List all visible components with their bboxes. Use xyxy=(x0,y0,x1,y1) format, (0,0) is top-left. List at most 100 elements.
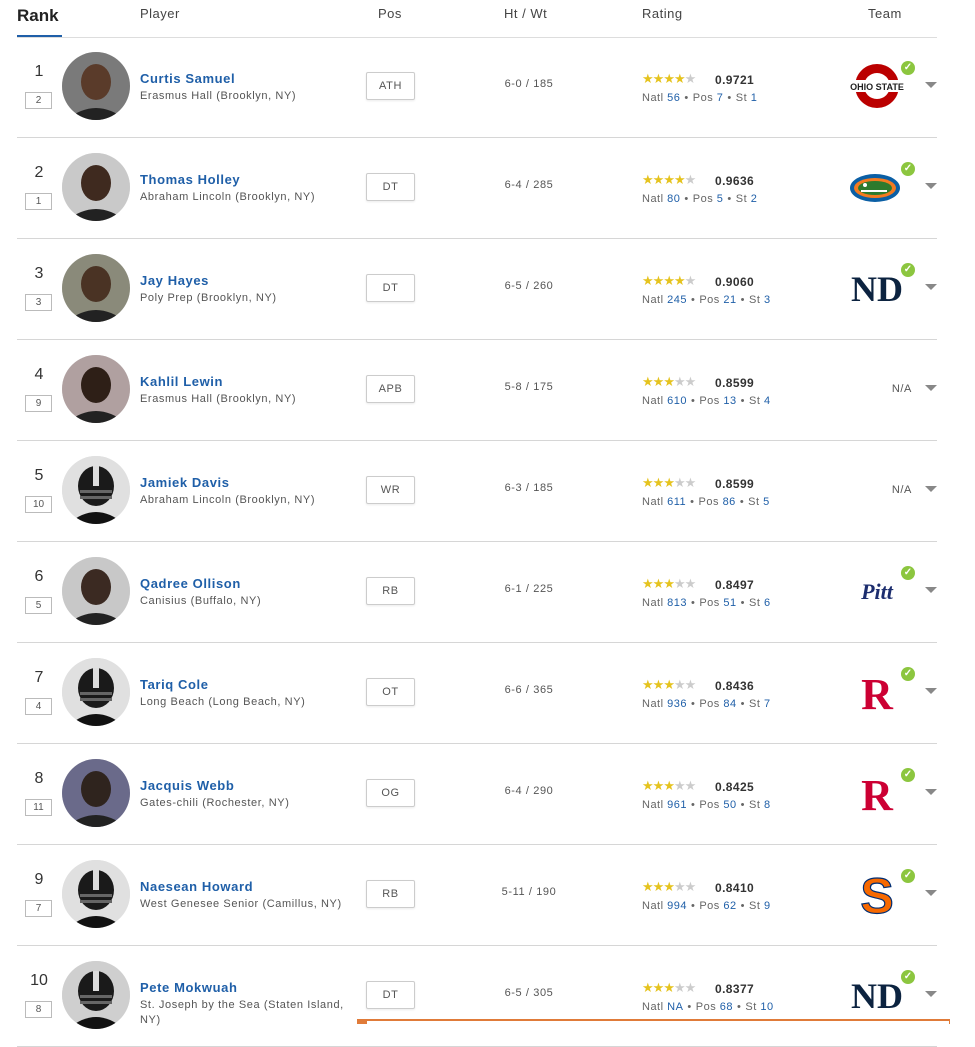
player-name-link[interactable]: Jacquis Webb xyxy=(140,778,234,793)
rank-column-header[interactable]: Rank xyxy=(17,6,59,26)
table-row[interactable]: 1 2 Curtis Samuel Erasmus Hall (Brooklyn, N… xyxy=(17,37,937,138)
rutgers-logo[interactable]: R xyxy=(847,768,907,820)
natl-rank-link[interactable]: 994 xyxy=(667,900,687,912)
state-rank-link[interactable]: 1 xyxy=(751,92,758,104)
team-column-header[interactable]: Team xyxy=(868,6,902,21)
state-rank-link[interactable]: 10 xyxy=(760,1001,773,1013)
pitt-logo[interactable]: Pitt xyxy=(847,566,907,616)
player-avatar[interactable] xyxy=(62,456,130,524)
position-badge: RB xyxy=(366,880,415,908)
player-name-link[interactable]: Qadree Ollison xyxy=(140,576,241,591)
expand-chevron-down-icon[interactable] xyxy=(925,890,937,896)
rating-score: 0.8599 xyxy=(715,477,755,491)
player-avatar[interactable] xyxy=(62,153,130,221)
expand-chevron-down-icon[interactable] xyxy=(925,789,937,795)
svg-text:R: R xyxy=(861,771,894,818)
natl-rank-link[interactable]: 611 xyxy=(667,496,686,508)
pos-rank-link[interactable]: 50 xyxy=(723,799,736,811)
ohio-state-logo[interactable]: OHIO STATE xyxy=(847,61,907,111)
player-avatar[interactable] xyxy=(62,557,130,625)
expand-chevron-down-icon[interactable] xyxy=(925,385,937,391)
player-school: Long Beach (Long Beach, NY) xyxy=(140,696,306,708)
rating-column-header[interactable]: Rating xyxy=(642,6,683,21)
pos-column-header[interactable]: Pos xyxy=(378,6,402,21)
separator-dot: • xyxy=(740,698,745,710)
player-name-link[interactable]: Tariq Cole xyxy=(140,677,209,692)
player-column-header[interactable]: Player xyxy=(140,6,180,21)
player-name-link[interactable]: Naesean Howard xyxy=(140,879,253,894)
state-rank-link[interactable]: 9 xyxy=(764,900,771,912)
notre-dame-logo[interactable]: ND xyxy=(847,970,907,1020)
player-name-link[interactable]: Jay Hayes xyxy=(140,273,209,288)
expand-chevron-down-icon[interactable] xyxy=(925,991,937,997)
pos-rank-link[interactable]: 86 xyxy=(723,496,736,508)
table-row[interactable]: 10 8 Pete Mokwuah St. Joseph by the Sea (St… xyxy=(17,946,937,1047)
player-name-link[interactable]: Curtis Samuel xyxy=(140,71,235,86)
player-name-link[interactable]: Kahlil Lewin xyxy=(140,374,223,389)
table-row[interactable]: 3 3 Jay Hayes Poly Prep (Brooklyn, NY) DT 6-5… xyxy=(17,239,937,340)
pos-rank-link[interactable]: 68 xyxy=(720,1001,733,1013)
natl-label: Natl xyxy=(642,92,664,104)
expand-chevron-down-icon[interactable] xyxy=(925,284,937,290)
previous-rank-badge: 11 xyxy=(25,799,52,816)
state-rank-link[interactable]: 6 xyxy=(764,597,771,609)
expand-chevron-down-icon[interactable] xyxy=(925,688,937,694)
table-row[interactable]: 9 7 Naesean Howard West Genesee Senior (Cam… xyxy=(17,845,937,946)
player-name-link[interactable]: Thomas Holley xyxy=(140,172,240,187)
pos-rank-link[interactable]: 21 xyxy=(723,294,736,306)
state-rank-link[interactable]: 7 xyxy=(764,698,771,710)
expand-chevron-down-icon[interactable] xyxy=(925,183,937,189)
natl-rank-link[interactable]: 961 xyxy=(667,799,687,811)
natl-rank-link[interactable]: 245 xyxy=(667,294,687,306)
player-name-link[interactable]: Pete Mokwuah xyxy=(140,980,238,995)
natl-rank-link[interactable]: NA xyxy=(667,1001,683,1013)
height-weight: 5-11 / 190 xyxy=(501,886,557,898)
star-rating-icon: ★★★★★ xyxy=(642,71,696,86)
pos-rank-link[interactable]: 62 xyxy=(723,900,736,912)
player-avatar[interactable] xyxy=(62,658,130,726)
expand-chevron-down-icon[interactable] xyxy=(925,486,937,492)
svg-text:OHIO STATE: OHIO STATE xyxy=(850,82,904,92)
svg-text:S: S xyxy=(860,869,893,919)
state-rank-link[interactable]: 4 xyxy=(764,395,771,407)
natl-rank-link[interactable]: 936 xyxy=(667,698,687,710)
state-rank-link[interactable]: 5 xyxy=(763,496,770,508)
table-row[interactable]: 7 4 Tariq Cole Long Beach (Long Beach, NY) O… xyxy=(17,643,937,744)
state-label: St xyxy=(748,496,760,508)
state-rank-link[interactable]: 8 xyxy=(764,799,771,811)
florida-gator-logo[interactable] xyxy=(847,162,907,212)
natl-rank-link[interactable]: 80 xyxy=(667,193,680,205)
natl-rank-link[interactable]: 813 xyxy=(667,597,687,609)
table-row[interactable]: 2 1 Thomas Holley Abraham Lincoln (Brooklyn… xyxy=(17,138,937,239)
player-avatar[interactable] xyxy=(62,52,130,120)
htwt-column-header[interactable]: Ht / Wt xyxy=(504,6,547,21)
expand-chevron-down-icon[interactable] xyxy=(925,587,937,593)
table-row[interactable]: 4 9 Kahlil Lewin Erasmus Hall (Brooklyn, NY… xyxy=(17,340,937,441)
pos-rank-link[interactable]: 13 xyxy=(723,395,736,407)
rank-breakdown: Natl 961 • Pos 50 • St 8 xyxy=(642,799,771,811)
previous-rank-badge: 10 xyxy=(25,496,52,513)
syracuse-logo[interactable]: S xyxy=(847,867,907,924)
notre-dame-logo[interactable]: ND xyxy=(847,263,907,313)
table-row[interactable]: 5 10 Jamiek Davis Abraham Lincoln (Brooklyn… xyxy=(17,441,937,542)
pos-rank-link[interactable]: 51 xyxy=(723,597,736,609)
rank-number: 3 xyxy=(34,265,44,282)
natl-rank-link[interactable]: 56 xyxy=(667,92,680,104)
rutgers-logo[interactable]: R xyxy=(847,667,907,719)
natl-rank-link[interactable]: 610 xyxy=(667,395,687,407)
state-rank-link[interactable]: 3 xyxy=(764,294,771,306)
separator-dot: • xyxy=(740,799,745,811)
pos-rank-link[interactable]: 7 xyxy=(717,92,724,104)
pos-rank-link[interactable]: 84 xyxy=(723,698,736,710)
state-rank-link[interactable]: 2 xyxy=(751,193,758,205)
player-avatar[interactable] xyxy=(62,759,130,827)
table-row[interactable]: 8 11 Jacquis Webb Gates-chili (Rochester, N… xyxy=(17,744,937,845)
player-avatar[interactable] xyxy=(62,860,130,928)
table-row[interactable]: 6 5 Qadree Ollison Canisius (Buffalo, NY) RB… xyxy=(17,542,937,643)
pos-rank-link[interactable]: 5 xyxy=(717,193,724,205)
expand-chevron-down-icon[interactable] xyxy=(925,82,937,88)
player-avatar[interactable] xyxy=(62,355,130,423)
player-avatar[interactable] xyxy=(62,254,130,322)
player-avatar[interactable] xyxy=(62,961,130,1029)
player-name-link[interactable]: Jamiek Davis xyxy=(140,475,230,490)
